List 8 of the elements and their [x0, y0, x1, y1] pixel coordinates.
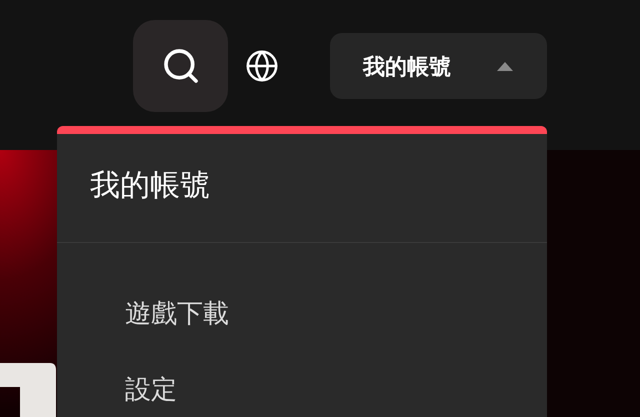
menu-item[interactable]: 遊戲下載 [125, 297, 229, 329]
menu-item[interactable]: 設定 [125, 373, 177, 405]
globe-icon [245, 49, 279, 83]
language-button[interactable] [244, 48, 280, 84]
caret-icon [497, 62, 513, 70]
account-button[interactable]: 我的帳號 [330, 33, 547, 99]
search-button[interactable] [133, 20, 228, 112]
menu-title: 我的帳號 [90, 171, 210, 204]
